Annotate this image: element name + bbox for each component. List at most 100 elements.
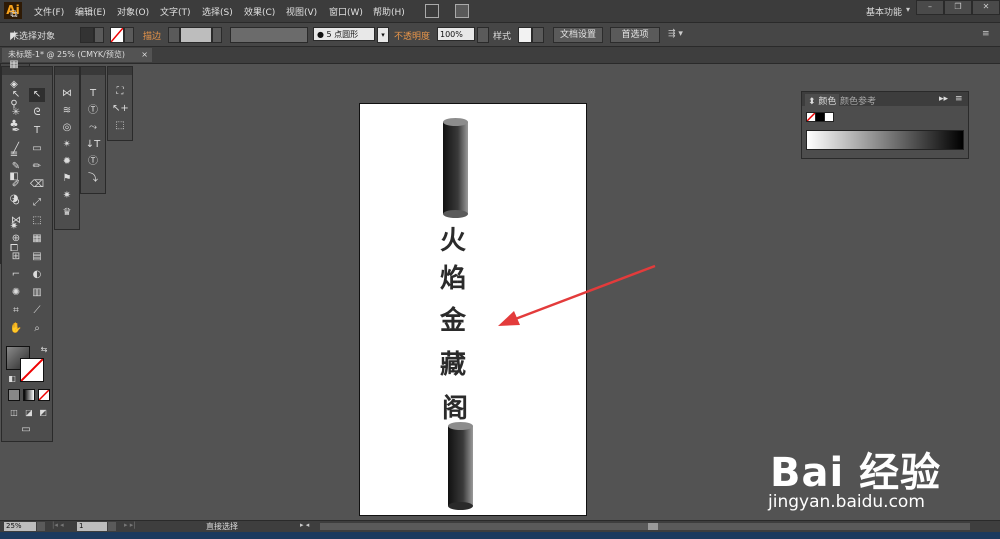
- flyout-panel-1-header[interactable]: [55, 67, 79, 75]
- maximize-button[interactable]: ❐: [944, 0, 972, 15]
- brush-dropdown[interactable]: ▾: [377, 27, 389, 43]
- layers-icon[interactable]: ◈: [6, 78, 22, 92]
- style-dropdown[interactable]: [532, 27, 544, 43]
- color-tab[interactable]: ⬍ 颜色: [805, 94, 840, 107]
- opacity-dropdown[interactable]: [477, 27, 489, 43]
- warp-tool-icon[interactable]: ≋: [59, 104, 75, 118]
- column-graph-tool-icon[interactable]: ▥: [29, 286, 45, 300]
- symbol-sprayer-tool-icon[interactable]: ✺: [8, 286, 24, 300]
- opacity-label[interactable]: 不透明度: [394, 29, 430, 42]
- chevron-down-icon[interactable]: ▾: [906, 5, 910, 14]
- none-mode-icon[interactable]: [38, 389, 50, 401]
- gradient-panel-icon[interactable]: ◧: [6, 170, 22, 184]
- arrange-documents-icon[interactable]: [455, 4, 469, 18]
- fill-swatch[interactable]: [80, 27, 94, 43]
- stroke-label[interactable]: 描边: [143, 29, 161, 42]
- document-tab[interactable]: 未标题-1* @ 25% (CMYK/预览) ×: [2, 48, 152, 62]
- zoom-dropdown[interactable]: [37, 522, 45, 531]
- anchor-select-icon[interactable]: ⛶: [112, 85, 128, 99]
- flyout-panel-3-header[interactable]: [108, 67, 132, 75]
- artboard-number-input[interactable]: 1: [77, 522, 107, 531]
- eraser-tool-icon[interactable]: ⌫: [29, 178, 45, 192]
- stroke-weight-input[interactable]: [180, 27, 212, 43]
- stroke-weight-dropdown[interactable]: [212, 27, 222, 43]
- crystallize-tool-icon[interactable]: ✷: [59, 189, 75, 203]
- menu-file[interactable]: 文件(F): [34, 5, 64, 18]
- color-mode-icon[interactable]: [8, 389, 20, 401]
- menu-type[interactable]: 文字(T): [160, 5, 191, 18]
- graphic-styles-icon[interactable]: ⧠: [6, 242, 22, 256]
- vertical-type-on-path-tool-icon[interactable]: ⤵: [85, 172, 101, 186]
- gradient-tool-icon[interactable]: ▤: [29, 250, 45, 264]
- prev-artboard-icon[interactable]: |◂ ◂: [52, 521, 64, 529]
- transparency-icon[interactable]: ◑: [6, 192, 22, 206]
- type-variant-icon[interactable]: T: [85, 87, 101, 101]
- preferences-button[interactable]: 首选项: [610, 27, 660, 43]
- symbols-icon[interactable]: ♣: [6, 118, 22, 132]
- gradient-mode-icon[interactable]: [23, 389, 35, 401]
- type-on-path-tool-icon[interactable]: ⤳: [85, 121, 101, 135]
- hand-tool-icon[interactable]: ✋: [8, 322, 24, 336]
- color-spectrum-bar[interactable]: [806, 130, 964, 150]
- stroke-color-swatch[interactable]: [20, 358, 44, 382]
- width-variant-icon[interactable]: ⋈: [59, 87, 75, 101]
- bridge-icon[interactable]: [425, 4, 439, 18]
- menu-view[interactable]: 视图(V): [286, 5, 317, 18]
- flyout-panel-2-header[interactable]: [81, 67, 105, 75]
- menu-select[interactable]: 选择(S): [202, 5, 233, 18]
- color-guide-tab[interactable]: 颜色参考: [840, 94, 876, 107]
- white-swatch[interactable]: [824, 112, 834, 122]
- zoom-tool-icon[interactable]: ⌕: [29, 322, 45, 336]
- stroke-panel-icon[interactable]: ≡: [6, 148, 22, 162]
- appearance-icon[interactable]: ✷: [6, 220, 22, 234]
- collapse-panel-icon[interactable]: ▸▸: [939, 94, 948, 104]
- menu-object[interactable]: 对象(O): [117, 5, 149, 18]
- arrange-panels-icon[interactable]: ⧉: [6, 8, 22, 22]
- horizontal-scrollbar[interactable]: [320, 523, 970, 530]
- perspective-grid-tool-icon[interactable]: ▦: [29, 232, 45, 246]
- vertical-type-tool-icon[interactable]: ↓T: [85, 138, 101, 152]
- close-window-button[interactable]: ✕: [972, 0, 1000, 15]
- rectangle-tool-icon[interactable]: ▭: [29, 142, 45, 156]
- brush-definition[interactable]: ● 5 点圆形: [313, 27, 375, 41]
- close-tab-button[interactable]: ×: [141, 48, 148, 62]
- artboard-dropdown[interactable]: [108, 522, 116, 531]
- menu-edit[interactable]: 编辑(E): [75, 5, 106, 18]
- slice-tool-icon[interactable]: ⟋: [29, 304, 45, 318]
- color-guide-icon[interactable]: ◤: [6, 30, 22, 44]
- stroke-swatch[interactable]: [110, 27, 124, 43]
- free-transform-tool-icon[interactable]: ⬚: [29, 214, 45, 228]
- screen-mode-icon[interactable]: ▭: [18, 423, 34, 437]
- fill-dropdown[interactable]: [94, 27, 104, 43]
- panel-options-icon[interactable]: ≡: [955, 94, 963, 104]
- twirl-tool-icon[interactable]: ◎: [59, 121, 75, 135]
- draw-inside-icon[interactable]: ◩: [35, 406, 51, 420]
- eyedropper-tool-icon[interactable]: ⌐: [8, 268, 24, 282]
- menu-window[interactable]: 窗口(W): [329, 5, 363, 18]
- menu-effect[interactable]: 效果(C): [244, 5, 275, 18]
- type-tool-icon[interactable]: T: [29, 124, 45, 138]
- lasso-tool-icon[interactable]: ᘓ: [29, 106, 45, 120]
- area-type-tool-icon[interactable]: Ⓣ: [85, 104, 101, 118]
- wrinkle-tool-icon[interactable]: ♛: [59, 206, 75, 220]
- draw-normal-icon[interactable]: ◫: [6, 406, 22, 420]
- direct-select-variant-icon[interactable]: ⬚: [112, 119, 128, 133]
- bloat-tool-icon[interactable]: ✹: [59, 155, 75, 169]
- stroke-weight-stepper[interactable]: [168, 27, 180, 43]
- blend-tool-icon[interactable]: ◐: [29, 268, 45, 282]
- panel-menu-icon[interactable]: ≡: [982, 29, 990, 39]
- swap-colors-icon[interactable]: ⇆: [36, 343, 52, 357]
- status-menu-icon[interactable]: ▸ ◂: [300, 521, 309, 529]
- style-swatch[interactable]: [518, 27, 532, 43]
- arrange-icon[interactable]: ⇶ ▾: [668, 29, 683, 39]
- scale-tool-icon[interactable]: ⤢: [29, 196, 45, 210]
- horizontal-scroll-thumb[interactable]: [648, 523, 658, 530]
- group-selection-tool-icon[interactable]: ↖+: [112, 102, 129, 116]
- artboard-tool-icon[interactable]: ⌗: [8, 304, 24, 318]
- next-artboard-icon[interactable]: ▸ ▸|: [124, 521, 136, 529]
- pucker-tool-icon[interactable]: ✴: [59, 138, 75, 152]
- pencil-tool-icon[interactable]: ✏: [29, 160, 45, 174]
- workspace-switcher[interactable]: 基本功能: [866, 5, 902, 18]
- opacity-input[interactable]: 100%: [437, 27, 475, 41]
- minimize-button[interactable]: –: [916, 0, 944, 15]
